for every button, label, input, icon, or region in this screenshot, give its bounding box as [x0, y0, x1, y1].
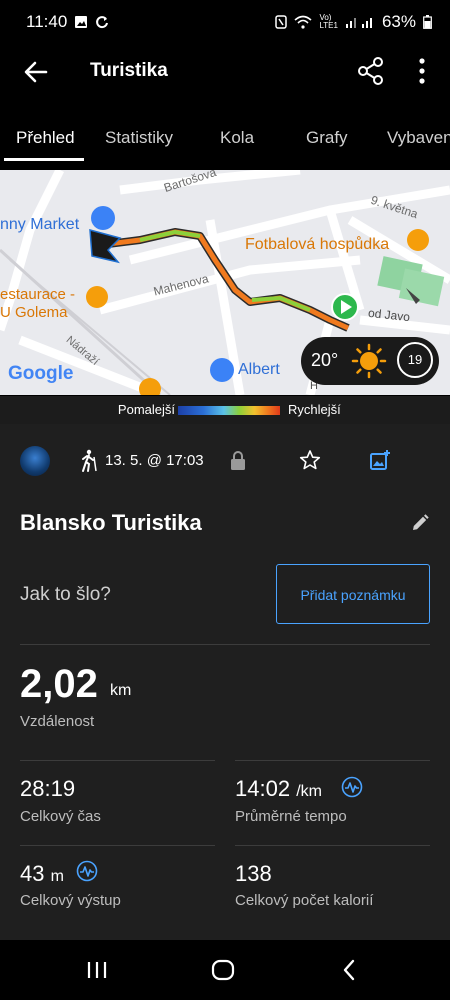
wind-indicator: 19: [397, 342, 433, 378]
ascent-unit: m: [50, 868, 64, 885]
status-time: 11:40: [26, 12, 68, 31]
home-icon[interactable]: [211, 959, 235, 981]
battery-icon: [423, 15, 432, 29]
map-label-market: nny Market: [0, 216, 80, 233]
add-note-button[interactable]: Přidat poznámku: [276, 564, 430, 624]
tab-bar: Přehled Statistiky Kola Grafy Vybaven: [0, 112, 450, 162]
volte-label: Vo) LTE1: [319, 13, 338, 30]
legend-gradient: [178, 406, 280, 415]
divider: [20, 845, 215, 846]
add-photo-icon[interactable]: [369, 449, 391, 471]
activity-title: Blansko Turistika: [20, 510, 202, 535]
pace-label: Průměrné tempo: [235, 808, 347, 825]
recents-icon[interactable]: [86, 960, 108, 980]
activity-date: 13. 5. @ 17:03: [105, 452, 204, 469]
app-bar: Turistika: [0, 44, 450, 100]
map-label-fotbalova: Fotbalová hospůdka: [245, 236, 390, 253]
calories-label: Celkový počet kalorií: [235, 892, 374, 909]
divider: [235, 760, 430, 761]
divider: [20, 760, 215, 761]
share-icon[interactable]: [356, 56, 386, 86]
sync-icon: [96, 16, 109, 29]
status-right: Vo) LTE1 63%: [275, 12, 432, 32]
hiking-icon: [82, 449, 97, 472]
pace-unit: /km: [296, 783, 322, 800]
system-nav-bar: [0, 940, 450, 1000]
ascent-value: 43: [20, 861, 45, 886]
tab-prehled[interactable]: Přehled: [16, 128, 75, 148]
pace-legend: Pomalejší Rychlejší: [0, 396, 450, 424]
map-label-restaurace1: estaurace -: [0, 286, 76, 303]
star-icon[interactable]: [299, 449, 321, 471]
edit-pencil-icon[interactable]: [410, 513, 430, 533]
activity-meta: 13. 5. @ 17:03: [20, 446, 430, 478]
map-label-restaurace2: U Golema: [0, 304, 68, 321]
back-arrow-icon[interactable]: [22, 58, 50, 86]
status-left: 11:40: [26, 12, 109, 32]
weather-temp: 20°: [311, 350, 339, 370]
map-label-albert: Albert: [238, 361, 280, 378]
tab-indicator: [4, 158, 84, 161]
lock-icon[interactable]: [229, 450, 247, 472]
avatar[interactable]: [20, 446, 50, 476]
calories-value: 138: [235, 861, 272, 886]
tab-kola[interactable]: Kola: [220, 128, 254, 148]
page-title: Turistika: [90, 60, 168, 81]
pulse-icon[interactable]: [76, 860, 98, 882]
how-did-it-go: Jak to šlo?: [20, 584, 111, 605]
distance-label: Vzdálenost: [20, 713, 95, 730]
nfc-icon: [275, 15, 288, 29]
divider: [20, 644, 430, 645]
legend-faster: Rychlejší: [288, 402, 341, 417]
sun-icon: [351, 343, 387, 379]
more-vert-icon[interactable]: [412, 56, 432, 86]
tab-grafy[interactable]: Grafy: [306, 128, 348, 148]
signal-icon: [345, 18, 372, 28]
activity-summary: 13. 5. @ 17:03 Blansko Turistika Jak to …: [0, 424, 450, 940]
tab-statistiky[interactable]: Statistiky: [105, 128, 173, 148]
legend-slower: Pomalejší: [117, 402, 175, 417]
distance-unit: km: [110, 682, 132, 699]
distance-value: 2,02: [20, 662, 98, 706]
divider: [235, 845, 430, 846]
pace-stat: 14:02 /km: [235, 776, 322, 802]
time-value: 28:19: [20, 776, 76, 801]
back-nav-icon[interactable]: [341, 959, 357, 981]
wifi-icon: [294, 15, 312, 29]
pulse-icon[interactable]: [341, 776, 363, 798]
google-logo: Google: [8, 363, 74, 384]
ascent-label: Celkový výstup: [20, 892, 121, 909]
status-bar: 11:40 Vo) LTE1 63%: [0, 0, 450, 44]
pace-value: 14:02: [235, 776, 291, 801]
ascent-stat: 43 m: [20, 861, 64, 887]
weather-badge: 20° 19: [301, 337, 439, 385]
time-label: Celkový čas: [20, 808, 101, 825]
tab-vybaveni[interactable]: Vybaven: [387, 128, 450, 148]
gallery-icon: [75, 16, 88, 28]
battery-percent: 63%: [381, 12, 416, 31]
